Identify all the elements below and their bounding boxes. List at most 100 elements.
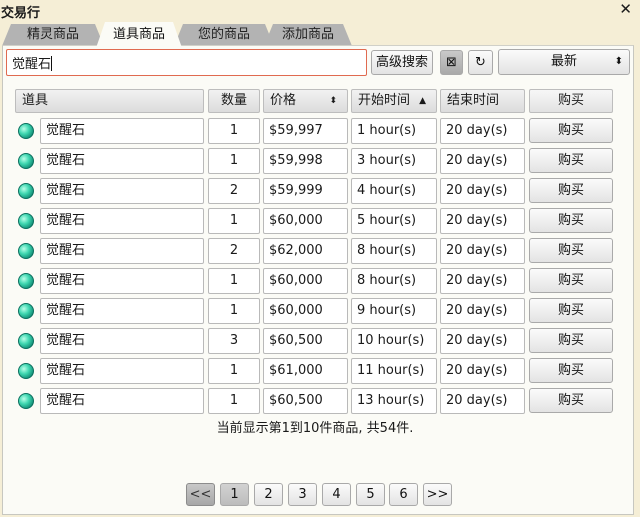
end-time-cell: 20 day(s): [440, 148, 525, 174]
start-time-cell: 3 hour(s): [351, 148, 437, 174]
header-quantity-label: 数量: [220, 93, 247, 108]
sort-both-icon: ⬍: [329, 96, 337, 106]
title-bar: 交易行 ✕: [0, 0, 640, 21]
price-cell: $62,000: [263, 238, 348, 264]
price-cell: $60,000: [263, 268, 348, 294]
refresh-icon: ↻: [475, 55, 486, 70]
refresh-button[interactable]: ↻: [468, 50, 493, 75]
buy-button[interactable]: 购买: [529, 358, 613, 383]
buy-button[interactable]: 购买: [529, 148, 613, 173]
close-icon[interactable]: ✕: [619, 0, 632, 18]
tab-pokemon-goods[interactable]: 精灵商品: [2, 24, 104, 46]
start-time-cell: 1 hour(s): [351, 118, 437, 144]
pager-page-4[interactable]: 4: [322, 483, 351, 506]
pager-page-label: 2: [264, 487, 273, 502]
pager-page-3[interactable]: 3: [288, 483, 317, 506]
awakening-stone-icon: [18, 123, 34, 139]
start-time-cell: 13 hour(s): [351, 388, 437, 414]
buy-button[interactable]: 购买: [529, 238, 613, 263]
buy-button[interactable]: 购买: [529, 328, 613, 353]
header-price[interactable]: 价格 ⬍: [263, 89, 348, 113]
end-time-cell: 20 day(s): [440, 238, 525, 264]
price-cell: $60,000: [263, 208, 348, 234]
tab-label: 添加商品: [281, 27, 334, 42]
item-name-cell: 觉醒石: [40, 268, 204, 294]
pager-page-label: 5: [366, 487, 375, 502]
header-buy-label: 购买: [557, 93, 584, 108]
header-quantity[interactable]: 数量: [208, 89, 260, 113]
search-value: 觉醒石: [12, 57, 52, 72]
item-name-cell: 觉醒石: [40, 328, 204, 354]
end-time-cell: 20 day(s): [440, 178, 525, 204]
status-text: 当前显示第1到10件商品, 共54件.: [216, 421, 414, 436]
pager-page-label: 4: [332, 487, 341, 502]
awakening-stone-icon: [18, 363, 34, 379]
price-cell: $59,997: [263, 118, 348, 144]
sort-select[interactable]: 最新 ⬍: [498, 49, 630, 75]
clear-icon: ⊠: [446, 55, 457, 70]
item-name-cell: 觉醒石: [40, 298, 204, 324]
header-buy: 购买: [529, 89, 613, 113]
quantity-cell: 3: [208, 328, 260, 354]
price-cell: $61,000: [263, 358, 348, 384]
awakening-stone-icon: [18, 393, 34, 409]
item-name-cell: 觉醒石: [40, 178, 204, 204]
pager-page-6[interactable]: 6: [389, 483, 418, 506]
quantity-cell: 1: [208, 388, 260, 414]
tab-your-goods[interactable]: 您的商品: [174, 24, 274, 46]
search-input[interactable]: 觉醒石: [6, 49, 367, 76]
tab-item-goods[interactable]: 道具商品: [96, 22, 182, 48]
start-time-cell: 9 hour(s): [351, 298, 437, 324]
buy-button[interactable]: 购买: [529, 388, 613, 413]
start-time-cell: 11 hour(s): [351, 358, 437, 384]
pager-next-button[interactable]: >>: [423, 483, 452, 506]
end-time-cell: 20 day(s): [440, 298, 525, 324]
awakening-stone-icon: [18, 273, 34, 289]
header-item[interactable]: 道具: [15, 89, 204, 113]
buy-button[interactable]: 购买: [529, 298, 613, 323]
item-name-cell: 觉醒石: [40, 358, 204, 384]
quantity-cell: 1: [208, 148, 260, 174]
advanced-search-label: 高级搜索: [375, 55, 428, 70]
price-cell: $60,500: [263, 388, 348, 414]
awakening-stone-icon: [18, 213, 34, 229]
start-time-cell: 8 hour(s): [351, 268, 437, 294]
buy-button[interactable]: 购买: [529, 268, 613, 293]
start-time-cell: 8 hour(s): [351, 238, 437, 264]
pager-page-2[interactable]: 2: [254, 483, 283, 506]
pager-page-5[interactable]: 5: [356, 483, 385, 506]
start-time-cell: 5 hour(s): [351, 208, 437, 234]
price-cell: $59,998: [263, 148, 348, 174]
clear-search-button[interactable]: ⊠: [440, 50, 463, 75]
awakening-stone-icon: [18, 243, 34, 259]
price-cell: $60,500: [263, 328, 348, 354]
quantity-cell: 1: [208, 208, 260, 234]
sort-selected-value: 最新: [550, 54, 577, 69]
pager-prev-button[interactable]: <<: [186, 483, 215, 506]
end-time-cell: 20 day(s): [440, 328, 525, 354]
tab-add-goods[interactable]: 添加商品: [264, 24, 352, 46]
header-price-label: 价格: [270, 93, 297, 108]
item-name-cell: 觉醒石: [40, 208, 204, 234]
quantity-cell: 1: [208, 268, 260, 294]
pager-page-1[interactable]: 1: [220, 483, 249, 506]
quantity-cell: 1: [208, 298, 260, 324]
quantity-cell: 1: [208, 358, 260, 384]
item-name-cell: 觉醒石: [40, 388, 204, 414]
buy-button[interactable]: 购买: [529, 118, 613, 143]
start-time-cell: 10 hour(s): [351, 328, 437, 354]
advanced-search-button[interactable]: 高级搜索: [371, 50, 433, 75]
item-name-cell: 觉醒石: [40, 238, 204, 264]
header-item-label: 道具: [22, 93, 49, 108]
end-time-cell: 20 day(s): [440, 268, 525, 294]
end-time-cell: 20 day(s): [440, 118, 525, 144]
price-cell: $60,000: [263, 298, 348, 324]
header-start-time[interactable]: 开始时间 ▲: [351, 89, 437, 113]
text-cursor: [51, 56, 53, 71]
pager-prev-label: <<: [189, 487, 212, 502]
awakening-stone-icon: [18, 303, 34, 319]
buy-button[interactable]: 购买: [529, 178, 613, 203]
header-end-time[interactable]: 结束时间: [440, 89, 525, 113]
end-time-cell: 20 day(s): [440, 208, 525, 234]
buy-button[interactable]: 购买: [529, 208, 613, 233]
